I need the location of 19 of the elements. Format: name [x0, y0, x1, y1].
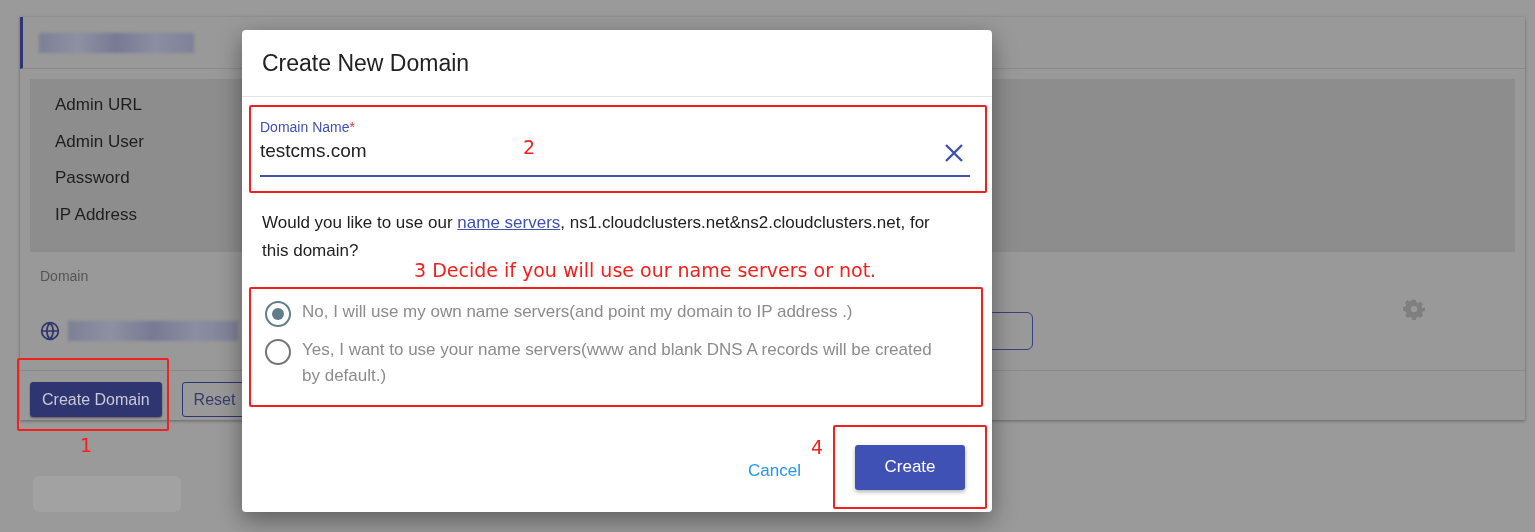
annotation-number: 4	[811, 436, 824, 458]
question-text: Would you like to use our name servers, ns1.cloudclusters.net&ns2.cloudclusters.net, for this domain?	[262, 212, 931, 262]
dialog-title: Create New Domain	[242, 30, 992, 97]
info-label: IP Address	[55, 203, 137, 226]
info-label: Admin User	[55, 130, 144, 153]
info-label: Password	[55, 167, 130, 189]
globe-icon	[40, 321, 60, 341]
info-label: Admin URL	[55, 94, 142, 116]
domain-label: Domain	[40, 268, 89, 284]
field-label: Domain Name*	[260, 119, 356, 135]
annotation-text: 3 Decide if you will use our name servers or not.	[414, 259, 877, 281]
radio-option[interactable]: No, I will use my own name servers(and point my domain to IP address .)	[265, 299, 935, 327]
annotation-number: 1	[80, 434, 93, 456]
close-icon[interactable]	[944, 143, 964, 163]
name-servers-link[interactable]: name servers	[457, 213, 561, 232]
create-button[interactable]: Create	[855, 444, 965, 490]
radio-option[interactable]: Yes, I want to use your name servers(www and blank DNS A records will be created by default.)	[265, 337, 935, 389]
create-domain-button[interactable]: Create Domain	[30, 382, 162, 417]
annotation-number: 2	[523, 136, 536, 158]
